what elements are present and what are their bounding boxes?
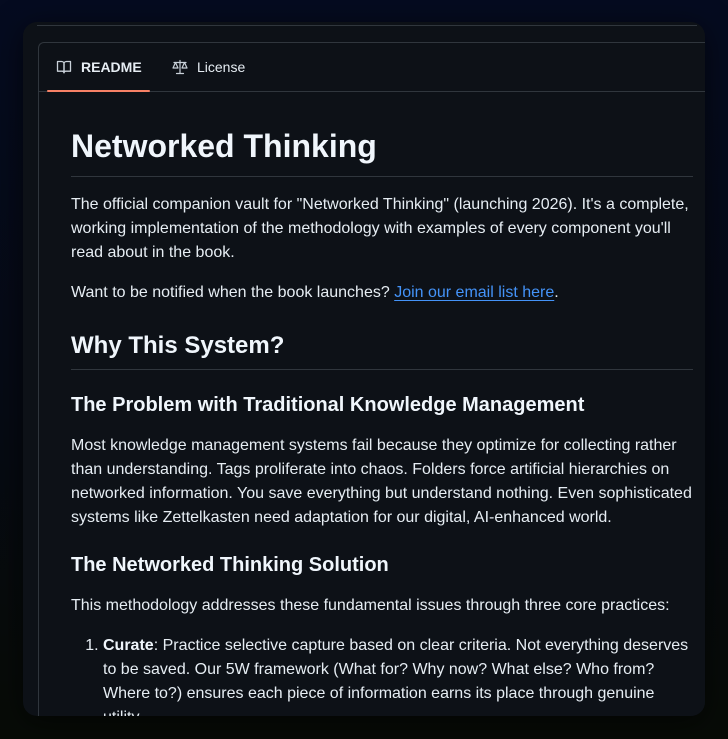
why-heading: Why This System?	[71, 331, 693, 370]
problem-heading: The Problem with Traditional Knowledge M…	[71, 394, 585, 416]
problem-paragraph: Most knowledge management systems fail b…	[71, 437, 692, 526]
outline-button[interactable]	[703, 57, 705, 77]
tab-license[interactable]: License	[163, 43, 253, 91]
book-icon	[55, 59, 73, 75]
top-divider	[37, 25, 697, 26]
solution-paragraph: This methodology addresses these fundame…	[71, 597, 670, 614]
notify-paragraph: Want to be notified when the book launch…	[71, 281, 693, 305]
tab-license-label: License	[197, 59, 246, 75]
practices-list: Curate: Practice selective capture based…	[71, 634, 693, 716]
page-title: Networked Thinking	[71, 126, 693, 177]
notify-text: Want to be notified when the book launch…	[71, 284, 395, 301]
readme-panel: README License Networked Thinking The of…	[38, 42, 705, 716]
tab-readme[interactable]: README	[47, 43, 150, 92]
solution-heading: The Networked Thinking Solution	[71, 554, 389, 576]
intro-paragraph: The official companion vault for "Networ…	[71, 196, 689, 261]
email-list-link[interactable]: Join our email list here	[394, 284, 554, 301]
readme-content: Networked Thinking The official companio…	[71, 92, 693, 716]
tab-readme-label: README	[81, 59, 142, 75]
readme-tab-bar: README License	[39, 43, 705, 92]
readme-window: README License Networked Thinking The of…	[23, 22, 705, 716]
practice-text: : Practice selective capture based on cl…	[103, 637, 689, 716]
scale-icon	[171, 59, 189, 75]
list-item: Curate: Practice selective capture based…	[103, 634, 693, 716]
notify-end: .	[554, 284, 559, 301]
practice-name: Curate	[103, 637, 154, 654]
